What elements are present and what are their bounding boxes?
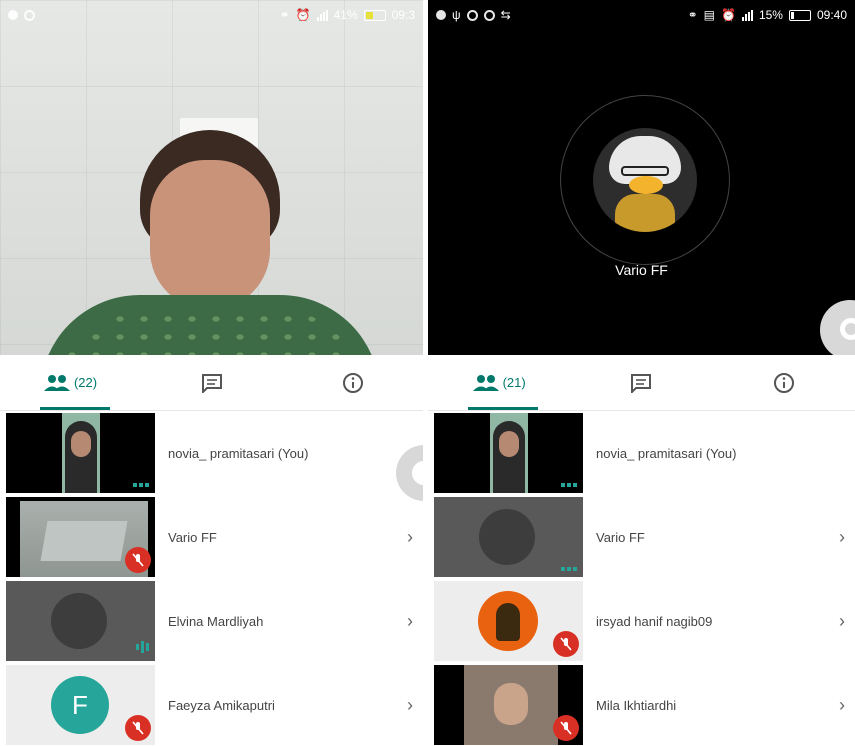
settings-status-icon bbox=[8, 10, 18, 20]
tab-people[interactable]: (22) bbox=[0, 355, 141, 410]
chevron-right-icon[interactable]: › bbox=[407, 611, 413, 632]
letter-avatar: F bbox=[51, 676, 109, 734]
chevron-right-icon[interactable]: › bbox=[839, 695, 845, 716]
participant-thumbnail bbox=[434, 665, 583, 745]
participant-name: Elvina Mardliyah bbox=[168, 613, 264, 629]
tab-people[interactable]: (21) bbox=[428, 355, 570, 410]
tab-bar: (21) bbox=[428, 355, 855, 411]
clock: 09:40 bbox=[816, 8, 847, 22]
headset-status-icon: ⚭ bbox=[687, 8, 698, 22]
participant-thumbnail bbox=[434, 497, 583, 577]
people-icon bbox=[43, 374, 70, 392]
participant-name: Vario FF bbox=[596, 529, 645, 545]
chevron-right-icon[interactable]: › bbox=[407, 527, 413, 548]
participant-name: novia_ pramitasari (You) bbox=[596, 445, 737, 461]
participant-thumbnail bbox=[6, 413, 155, 493]
mic-off-icon bbox=[553, 715, 579, 741]
vibrate-status-icon: ▤ bbox=[703, 8, 715, 22]
list-item[interactable]: Mila Ikhtiardhi › bbox=[428, 663, 855, 746]
info-icon bbox=[773, 372, 795, 394]
whatsapp-status-icon bbox=[24, 9, 35, 21]
battery-percent: 41% bbox=[333, 8, 358, 22]
tab-chat[interactable] bbox=[141, 355, 282, 410]
participant-name: novia_ pramitasari (You) bbox=[168, 445, 309, 461]
mic-off-icon bbox=[553, 631, 579, 657]
chevron-right-icon[interactable]: › bbox=[839, 611, 845, 632]
participant-name: Vario FF bbox=[168, 529, 217, 545]
signal-icon bbox=[316, 9, 328, 21]
battery-icon bbox=[363, 9, 386, 21]
tab-bar: (22) bbox=[0, 355, 423, 411]
participant-thumbnail: F bbox=[6, 665, 155, 745]
signal-icon bbox=[741, 9, 753, 21]
participant-thumbnail bbox=[434, 581, 583, 661]
chat-icon bbox=[630, 373, 652, 393]
headset-status-icon: ⚭ bbox=[279, 8, 290, 22]
participant-avatar bbox=[478, 591, 538, 651]
settings-status-icon bbox=[436, 10, 446, 20]
tab-info[interactable] bbox=[713, 355, 855, 410]
battery-percent: 15% bbox=[758, 8, 783, 22]
main-speaker-area[interactable]: Vario FF bbox=[428, 0, 855, 355]
mic-off-icon bbox=[125, 547, 151, 573]
speaker-video-person bbox=[40, 130, 380, 355]
alarm-status-icon: ⏰ bbox=[720, 8, 736, 22]
usb-status-icon: ψ bbox=[452, 8, 461, 22]
list-item[interactable]: novia_ pramitasari (You) bbox=[428, 411, 855, 495]
tab-info[interactable] bbox=[282, 355, 423, 410]
meet-screen-right: Vario FF ψ ⇆ ⚭ ▤ ⏰ 15% 09:40 (21) novia_… bbox=[428, 0, 855, 746]
more-dots-icon bbox=[561, 567, 577, 571]
status-bar: ⚭ ⏰ 41% 09:3 bbox=[0, 0, 423, 30]
self-view-icon bbox=[840, 318, 855, 340]
battery-icon bbox=[788, 9, 811, 21]
more-dots-icon bbox=[133, 483, 149, 487]
chevron-right-icon[interactable]: › bbox=[407, 695, 413, 716]
list-item[interactable]: F Faeyza Amikaputri › bbox=[0, 663, 423, 746]
participant-list: novia_ pramitasari (You) Vario FF › irsy… bbox=[428, 411, 855, 746]
list-item[interactable]: novia_ pramitasari (You) bbox=[0, 411, 423, 495]
participant-name: Faeyza Amikaputri bbox=[168, 697, 275, 713]
speaker-avatar bbox=[593, 128, 697, 232]
chat-icon bbox=[201, 373, 223, 393]
participant-thumbnail bbox=[434, 413, 583, 493]
people-icon bbox=[472, 374, 499, 392]
more-dots-icon bbox=[561, 483, 577, 487]
info-icon bbox=[342, 372, 364, 394]
alarm-status-icon: ⏰ bbox=[295, 8, 311, 22]
chevron-right-icon[interactable]: › bbox=[839, 527, 845, 548]
list-item[interactable]: irsyad hanif nagib09 › bbox=[428, 579, 855, 663]
people-count: (22) bbox=[73, 375, 98, 390]
participant-list: novia_ pramitasari (You) Vario FF › Elvi… bbox=[0, 411, 423, 746]
transfer-status-icon: ⇆ bbox=[500, 8, 511, 22]
participant-thumbnail bbox=[6, 497, 155, 577]
mic-off-icon bbox=[125, 715, 151, 741]
meet-screen-left: ⚭ ⏰ 41% 09:3 (22) novia_ pramitasari (Yo… bbox=[0, 0, 423, 746]
tab-chat[interactable] bbox=[570, 355, 712, 410]
list-item[interactable]: Vario FF › bbox=[428, 495, 855, 579]
list-item[interactable]: Elvina Mardliyah › bbox=[0, 579, 423, 663]
list-item[interactable]: Vario FF › bbox=[0, 495, 423, 579]
clock: 09:3 bbox=[391, 8, 415, 22]
whatsapp-status-icon bbox=[483, 9, 495, 21]
status-bar: ψ ⇆ ⚭ ▤ ⏰ 15% 09:40 bbox=[428, 0, 855, 30]
speaking-indicator-icon bbox=[136, 641, 149, 653]
participant-name: Mila Ikhtiardhi bbox=[596, 697, 677, 713]
people-count: (21) bbox=[502, 375, 526, 390]
main-video-feed[interactable] bbox=[0, 0, 423, 355]
participant-name: irsyad hanif nagib09 bbox=[596, 613, 713, 629]
participant-thumbnail bbox=[6, 581, 155, 661]
chat-status-icon bbox=[466, 9, 478, 21]
speaker-name: Vario FF bbox=[615, 262, 668, 278]
